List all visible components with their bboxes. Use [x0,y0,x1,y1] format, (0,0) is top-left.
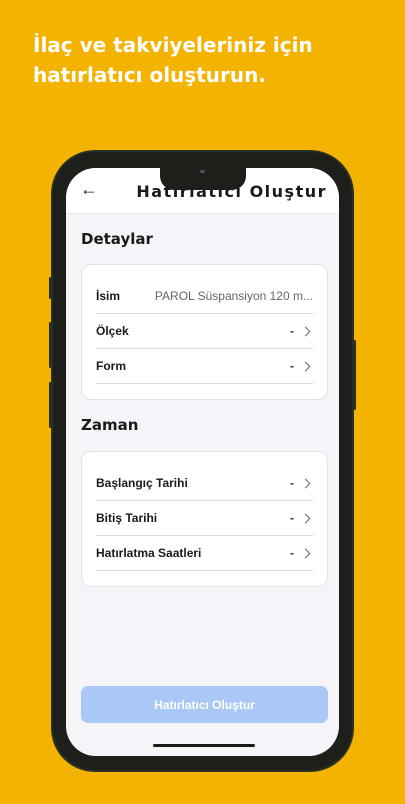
row-label: Başlangıç Tarihi [96,476,188,490]
details-card: İsim PAROL Süspansiyon 120 m... Ölçek - … [81,264,328,400]
phone-screen: ← Hatırlatıcı Oluştur Detaylar İsim PARO… [66,168,339,756]
time-card: Başlangıç Tarihi - Bitiş Tarihi - Hatırl… [81,451,328,587]
details-row-scale[interactable]: Ölçek - [96,314,313,349]
phone-mute-button [49,277,52,299]
row-value: - [290,511,294,525]
home-indicator [153,744,255,747]
phone-power-button [353,340,356,410]
arrow-left-icon[interactable]: ← [80,180,98,198]
row-value: - [290,476,294,490]
phone-volume-up-button [49,322,52,368]
phone-notch [160,168,246,190]
name-value: PAROL Süspansiyon 120 m... [154,289,313,303]
row-label: Bitiş Tarihi [96,511,158,525]
chevron-right-icon [300,326,311,336]
camera-dot [200,170,205,173]
phone-volume-down-button [49,382,52,428]
create-reminder-button[interactable]: Hatırlatıcı Oluştur [81,686,328,723]
row-value: - [290,359,294,373]
chevron-right-icon [300,478,311,488]
phone-frame: ← Hatırlatıcı Oluştur Detaylar İsim PARO… [49,150,356,772]
time-row-start-date[interactable]: Başlangıç Tarihi - [96,466,313,501]
row-value: - [290,324,294,338]
details-row-name[interactable]: İsim PAROL Süspansiyon 120 m... [96,279,313,314]
time-row-reminder-times[interactable]: Hatırlatma Saatleri - [96,536,313,571]
row-label: Form [96,359,126,373]
chevron-right-icon [300,513,311,523]
chevron-right-icon [300,361,311,371]
details-section-title: Detaylar [81,230,153,248]
row-label: İsim [96,289,121,303]
time-section-title: Zaman [81,416,139,434]
chevron-right-icon [300,548,311,558]
row-value: - [290,546,294,560]
row-label: Ölçek [96,324,129,338]
details-row-form[interactable]: Form - [96,349,313,384]
time-row-end-date[interactable]: Bitiş Tarihi - [96,501,313,536]
row-label: Hatırlatma Saatleri [96,546,202,560]
promo-headline: İlaç ve takviyeleriniz için hatırlatıcı … [33,33,313,87]
